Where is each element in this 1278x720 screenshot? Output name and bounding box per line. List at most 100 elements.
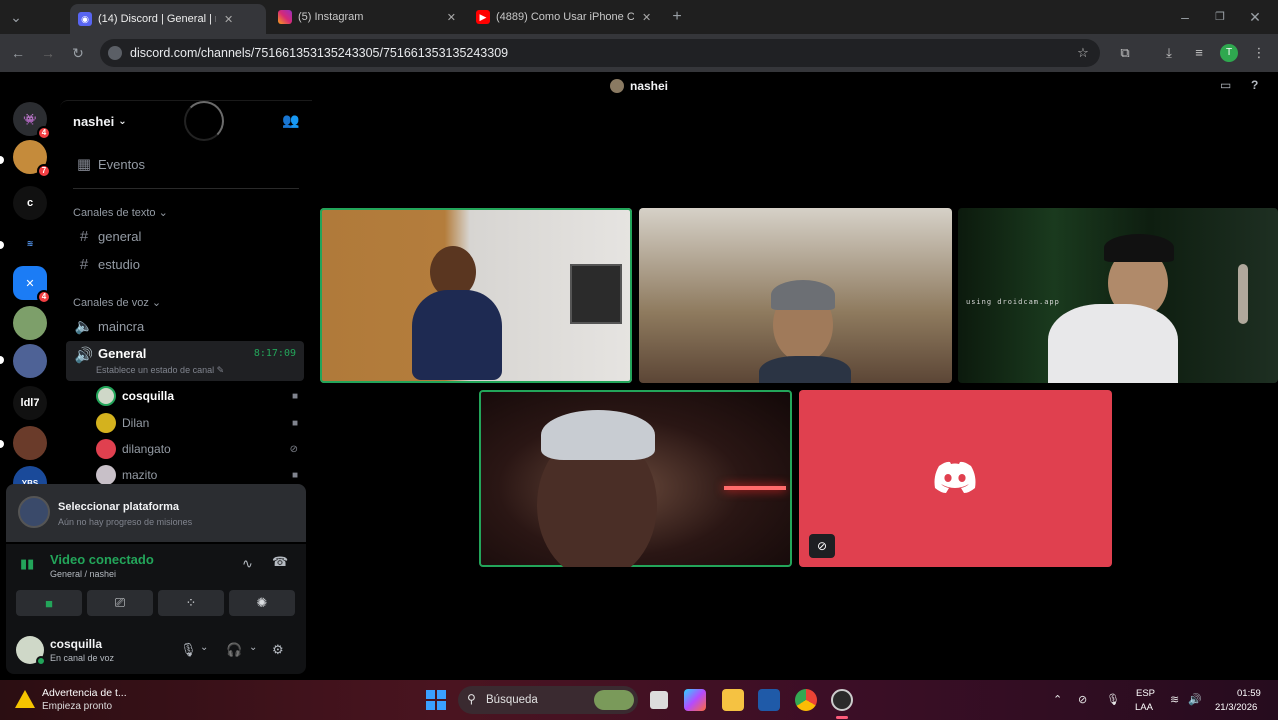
tray-overflow-icon[interactable]: ⌃ [1053,693,1062,706]
video-tile[interactable] [639,208,952,383]
server-icon[interactable]: ✕ 4 [13,266,51,304]
video-camera-icon: ■ [291,390,298,402]
tray-app-icon[interactable]: ⊘ [1078,693,1087,706]
clock-date[interactable]: 21/3/2026 [1215,702,1257,713]
chevron-down-icon[interactable]: ⌄ [200,642,208,653]
tray-mic-icon[interactable]: 🎙 [1106,693,1120,706]
online-status-dot [36,656,46,666]
copilot-icon[interactable] [684,689,706,711]
language-indicator[interactable]: ESP [1136,688,1155,699]
user-name[interactable]: cosquilla [50,637,102,651]
tab-youtube[interactable]: ▶ (4889) Como Usar iPhone Com... ✕ [468,4,662,30]
restore-window-icon[interactable]: ❐ [1210,7,1230,27]
close-tab-icon[interactable]: ✕ [642,11,651,24]
channel-name: general [98,228,142,244]
text-category[interactable]: Canales de texto ⌄ [73,206,168,219]
voice-user[interactable]: dilangato ⊘ [96,438,304,460]
keyboard-layout-indicator[interactable]: LAA [1135,702,1153,713]
search-icon: ⚲ [467,692,476,706]
back-arrow-icon[interactable]: ← [8,43,28,63]
discord-favicon-icon: ◉ [78,12,92,26]
quest-subtitle: Aún no hay progreso de misiones [58,517,193,527]
participant-video [759,356,851,383]
site-info-icon[interactable] [108,46,122,60]
taskbar-search[interactable]: ⚲ Búsqueda [458,686,638,714]
obs-icon[interactable] [831,689,853,711]
server-icon[interactable]: ≋ [13,226,47,260]
close-tab-icon[interactable]: ✕ [224,13,233,26]
server-icon[interactable] [13,306,47,340]
chrome-icon[interactable] [795,689,817,711]
chevron-down-icon[interactable]: ⌄ [249,642,257,653]
badge: 4 [37,126,51,140]
voice-user[interactable]: cosquilla ■ [96,385,304,407]
tab-search-chevron-icon[interactable]: ⌄ [6,7,26,27]
disconnect-icon[interactable]: ☎ [272,554,288,570]
settings-gear-icon[interactable]: ⚙ [272,642,284,658]
participant-video [412,290,502,380]
forward-arrow-icon[interactable]: → [38,43,58,63]
noise-suppression-icon[interactable]: ∿ [242,556,253,572]
close-window-icon[interactable]: ✕ [1245,7,1265,27]
screen-share-button[interactable]: ⎚ [87,590,153,616]
profile-avatar-icon[interactable]: T [1220,44,1238,62]
unread-pip [0,241,4,249]
server-icon[interactable]: ldl7 [13,386,47,420]
add-member-icon[interactable]: 👥 [282,112,299,129]
voice-user[interactable]: Dilan ■ [96,412,304,434]
quest-panel[interactable]: Seleccionar plataforma Aún no hay progre… [6,484,306,542]
activities-button[interactable]: ⁘ [158,590,224,616]
discord-home-icon[interactable]: 👾 4 [13,102,51,140]
url-text: discord.com/channels/751661353135243305/… [130,46,509,60]
download-icon[interactable]: ⤓ [1160,44,1178,62]
voice-channel-general[interactable]: 🔊 General 8:17:09 Establece un estado de… [66,341,304,381]
microphone-icon[interactable]: 🎙 [180,642,197,658]
headphones-icon[interactable]: 🎧 [226,642,242,658]
tab-instagram[interactable]: (5) Instagram ✕ [270,4,464,30]
tab-discord[interactable]: ◉ (14) Discord | General | nashei ✕ [70,4,266,34]
windows-taskbar: Advertencia de t... Empieza pronto ⚲ Bús… [0,680,1278,720]
server-icon[interactable] [13,426,47,460]
help-icon[interactable]: ? [1251,78,1258,92]
soundboard-button[interactable]: ✺ [229,590,295,616]
server-icon[interactable]: c [13,186,47,220]
task-view-icon[interactable] [650,691,668,709]
wifi-icon[interactable]: ≋ [1170,693,1179,706]
channel-general[interactable]: # general [66,223,304,249]
windows-start-icon[interactable] [426,690,446,710]
video-tile-muted[interactable]: ⊘ [799,390,1112,567]
voice-status-title[interactable]: Video conectado [50,552,154,567]
camera-overlay-text: using droidcam.app [966,298,1060,306]
store-icon[interactable] [758,689,780,711]
server-icon[interactable] [13,344,47,378]
signal-bars-icon[interactable]: ▮▮ [20,556,34,572]
volume-icon[interactable]: 🔊 [1188,693,1202,706]
channel-status[interactable]: Establece un estado de canal ✎ [96,365,224,376]
extensions-icon[interactable]: ⧉ [1116,44,1134,62]
reload-icon[interactable]: ↻ [68,43,88,63]
video-tile[interactable] [479,390,792,567]
menu-kebab-icon[interactable]: ⋮ [1250,44,1268,62]
search-highlight-icon [594,690,634,710]
new-tab-button[interactable]: + [667,7,687,27]
close-tab-icon[interactable]: ✕ [447,11,456,24]
badge: 7 [37,164,51,178]
voice-channel-maincra[interactable]: 🔈 maincra [66,313,304,339]
minimize-window-icon[interactable]: – [1175,7,1195,27]
camera-button[interactable]: ■ [16,590,82,616]
clock-time[interactable]: 01:59 [1237,688,1261,699]
media-controls-icon[interactable]: ≡ [1190,44,1208,62]
inbox-icon[interactable]: ▭ [1220,78,1231,92]
bookmark-star-icon[interactable]: ☆ [1074,44,1092,62]
address-bar[interactable]: discord.com/channels/751661353135243305/… [100,39,1100,67]
server-icon[interactable]: 7 [13,140,51,178]
events-item[interactable]: ▦ Eventos [66,151,304,177]
video-tile[interactable] [320,208,632,383]
voice-status-subtitle[interactable]: General / nashei [50,569,116,579]
loading-spinner-icon [184,101,224,141]
file-explorer-icon[interactable] [722,689,744,711]
voice-user[interactable]: mazito ■ [96,464,304,486]
channel-estudio[interactable]: # estudio [66,251,304,277]
voice-category[interactable]: Canales de voz ⌄ [73,296,161,309]
video-tile[interactable]: using droidcam.app [958,208,1278,383]
